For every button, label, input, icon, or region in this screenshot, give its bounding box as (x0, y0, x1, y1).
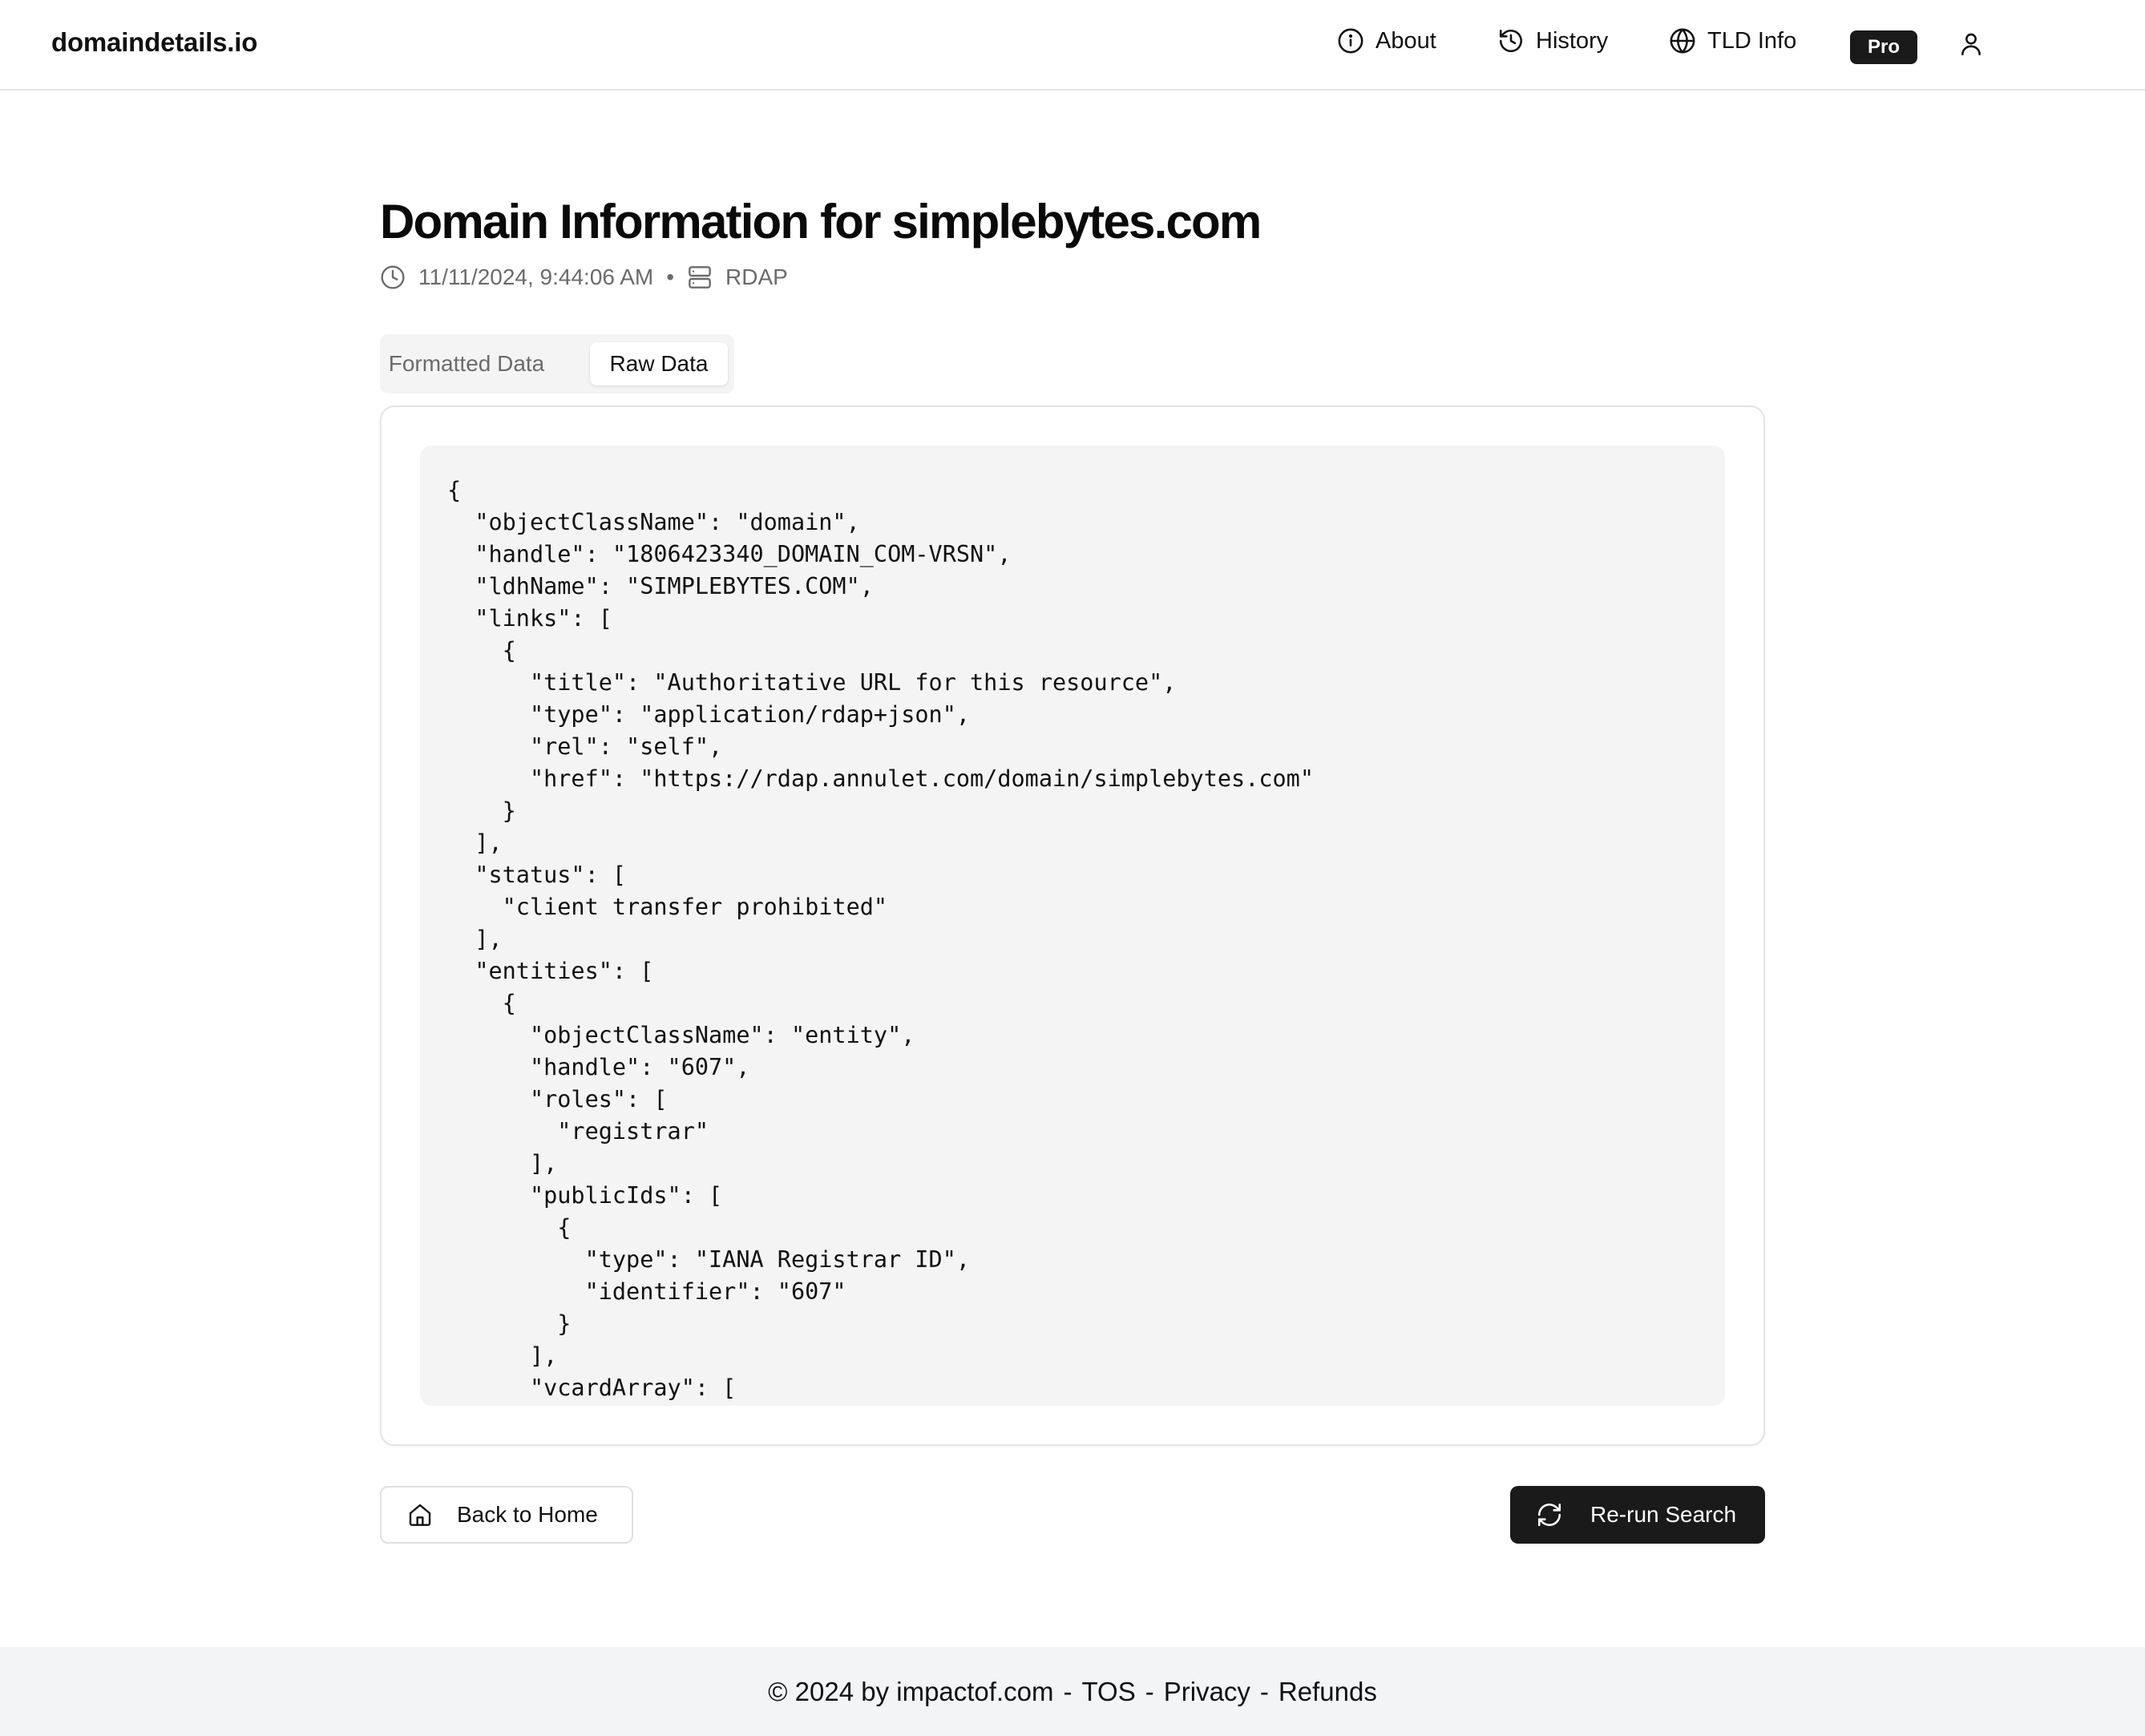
nav-about[interactable]: About (1337, 27, 1436, 55)
footer-refunds-link[interactable]: Refunds (1279, 1677, 1377, 1707)
back-to-home-label: Back to Home (457, 1502, 598, 1527)
nav-history-label: History (1536, 27, 1609, 54)
brand-logo[interactable]: domaindetails.io (51, 27, 257, 58)
nav-about-label: About (1375, 27, 1436, 54)
lookup-meta: 11/11/2024, 9:44:06 AM • RDAP (380, 264, 788, 290)
footer-tos-link[interactable]: TOS (1081, 1677, 1135, 1707)
footer: © 2024 by impactof.com - TOS - Privacy -… (0, 1647, 2145, 1736)
tab-raw-data[interactable]: Raw Data (590, 342, 728, 386)
home-icon (409, 1504, 431, 1526)
top-navbar: domaindetails.io About History TLD Info … (0, 0, 2145, 91)
refresh-icon (1537, 1503, 1561, 1527)
page-title: Domain Information for simplebytes.com (380, 195, 1262, 248)
footer-separator: - (1063, 1676, 1072, 1706)
globe-icon (1670, 28, 1695, 54)
back-to-home-button[interactable]: Back to Home (380, 1486, 633, 1544)
nav-tld-info[interactable]: TLD Info (1669, 27, 1796, 55)
footer-privacy-link[interactable]: Privacy (1164, 1677, 1250, 1707)
lookup-timestamp: 11/11/2024, 9:44:06 AM (418, 264, 654, 289)
raw-data-card: { "objectClassName": "domain", "handle":… (380, 406, 1765, 1446)
info-icon (1338, 28, 1363, 54)
nav-tld-info-label: TLD Info (1707, 27, 1797, 54)
meta-separator: • (666, 264, 675, 289)
rerun-search-label: Re-run Search (1590, 1502, 1737, 1527)
footer-separator: - (1145, 1676, 1154, 1706)
raw-json-text: { "objectClassName": "domain", "handle":… (447, 477, 1314, 1401)
footer-copyright[interactable]: © 2024 by impactof.com (768, 1677, 1053, 1707)
clock-icon (381, 265, 405, 289)
footer-separator: - (1259, 1676, 1269, 1706)
rerun-search-button[interactable]: Re-run Search (1510, 1486, 1765, 1544)
history-icon (1499, 29, 1523, 53)
nav-history[interactable]: History (1497, 27, 1608, 55)
tab-formatted-data[interactable]: Formatted Data (388, 342, 545, 386)
raw-json-viewer[interactable]: { "objectClassName": "domain", "handle":… (420, 446, 1725, 1406)
pro-badge[interactable]: Pro (1850, 30, 1917, 64)
server-icon (689, 266, 711, 289)
user-icon[interactable] (1957, 30, 1985, 58)
data-view-tabs: Formatted Data Raw Data (380, 334, 734, 394)
lookup-source: RDAP (725, 264, 788, 289)
